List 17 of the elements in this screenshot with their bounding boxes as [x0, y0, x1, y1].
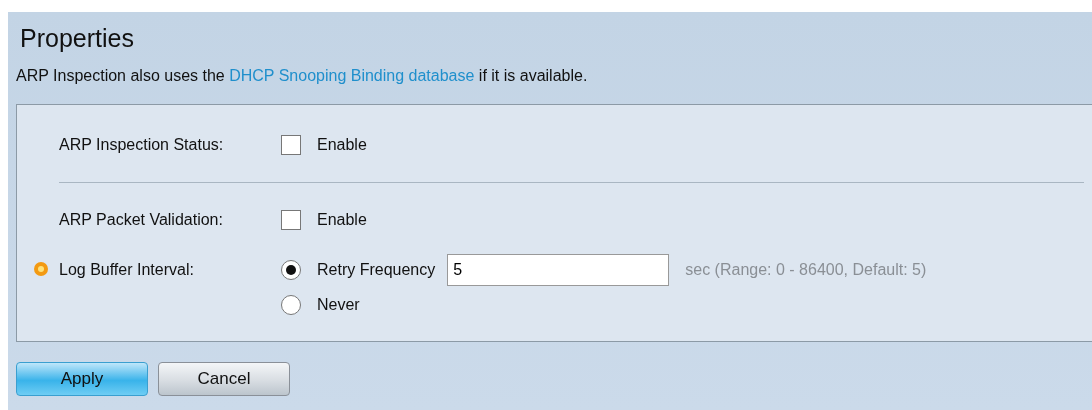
- checkbox-label: Enable: [317, 211, 367, 229]
- retry-frequency-input[interactable]: 5: [447, 254, 670, 286]
- radio-label: Never: [317, 296, 360, 314]
- field-label: ARP Inspection Status:: [59, 136, 225, 154]
- checkbox-label: Enable: [317, 136, 367, 154]
- enable-checkbox[interactable]: [281, 210, 301, 230]
- cancel-button[interactable]: Cancel: [158, 362, 290, 396]
- interval-radio[interactable]: [281, 260, 301, 280]
- field-label: Log Buffer Interval:: [59, 261, 195, 279]
- page-title: Properties: [20, 23, 134, 54]
- radio-label: Retry Frequency: [317, 261, 436, 279]
- apply-button[interactable]: Apply: [16, 362, 148, 396]
- enable-checkbox[interactable]: [281, 135, 301, 155]
- range-hint: sec (Range: 0 - 86400, Default: 5): [685, 261, 927, 279]
- field-label: ARP Packet Validation:: [59, 211, 224, 229]
- description-text: ARP Inspection also uses the DHCP Snooping Binding database if it is available.: [16, 66, 588, 86]
- interval-radio[interactable]: [281, 295, 301, 315]
